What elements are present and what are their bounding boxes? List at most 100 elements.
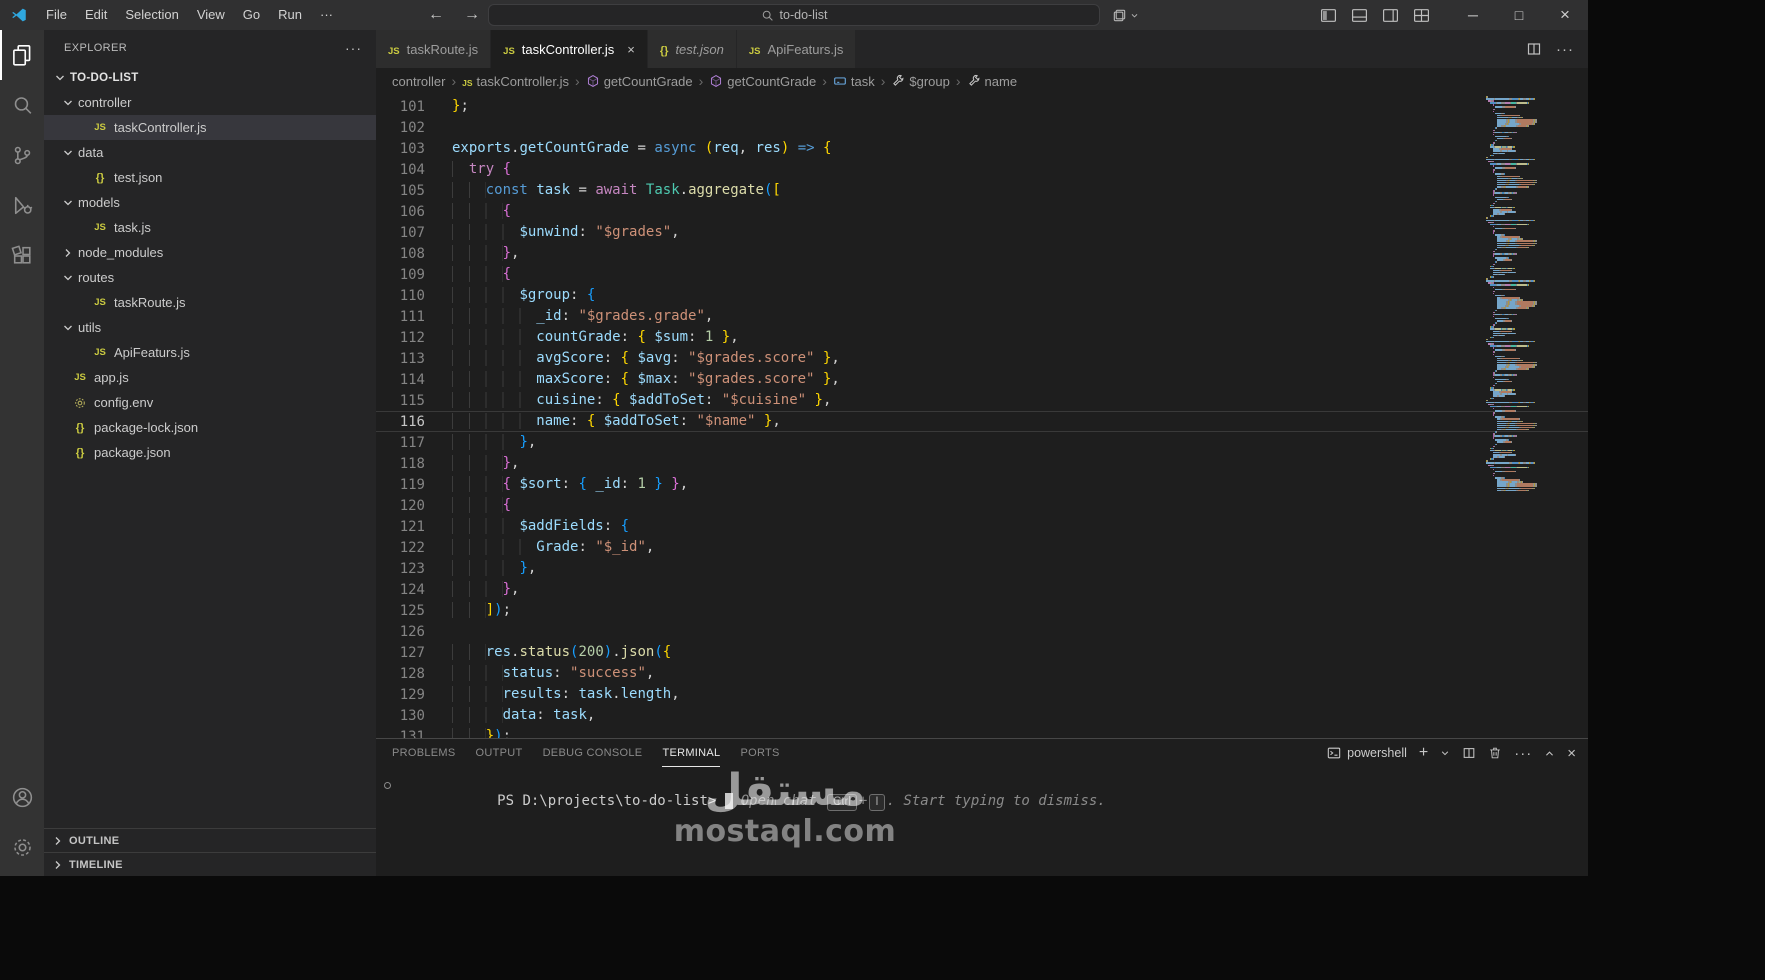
tab-taskroute-js[interactable]: JS taskRoute.js <box>376 30 492 68</box>
tab-test-json[interactable]: {} test.json <box>647 30 737 68</box>
breadcrumb-item-getcountgrade[interactable]: getCountGrade <box>586 74 693 89</box>
maximize-panel-icon[interactable] <box>1544 748 1555 759</box>
tab-taskcontroller-js[interactable]: JS taskController.js × <box>491 30 648 68</box>
line-number[interactable]: 123 <box>376 561 425 577</box>
menu-item-selection[interactable]: Selection <box>116 0 187 30</box>
line-number[interactable]: 131 <box>376 729 425 739</box>
tree-item-controller[interactable]: controller <box>44 90 376 115</box>
tree-item-config-env[interactable]: config.env <box>44 390 376 415</box>
maximize-button[interactable]: □ <box>1496 0 1542 30</box>
breadcrumb-item-taskcontroller-js[interactable]: JS taskController.js <box>462 74 569 89</box>
tree-item-utils[interactable]: utils <box>44 315 376 340</box>
line-number[interactable]: 106 <box>376 204 425 220</box>
line-number[interactable]: 127 <box>376 645 425 661</box>
explorer-more-actions-icon[interactable]: ··· <box>345 40 362 56</box>
line-number[interactable]: 107 <box>376 225 425 241</box>
line-number[interactable]: 103 <box>376 141 425 157</box>
toggle-panel-icon[interactable] <box>1351 7 1368 24</box>
line-number[interactable]: 124 <box>376 582 425 598</box>
close-tab-icon[interactable]: × <box>627 42 635 57</box>
customize-layout-icon[interactable] <box>1413 7 1430 24</box>
line-number[interactable]: 128 <box>376 666 425 682</box>
panel-tab-terminal[interactable]: TERMINAL <box>662 740 721 767</box>
menu-item-run[interactable]: Run <box>269 0 311 30</box>
menu-item-file[interactable]: File <box>37 0 76 30</box>
line-number[interactable]: 129 <box>376 687 425 703</box>
tree-item-data[interactable]: data <box>44 140 376 165</box>
menu-item-go[interactable]: Go <box>234 0 269 30</box>
close-button[interactable]: × <box>1542 0 1588 30</box>
activity-item-run-debug[interactable] <box>0 180 44 230</box>
activity-item-search[interactable] <box>0 80 44 130</box>
outline-section[interactable]: OUTLINE <box>44 828 376 852</box>
split-editor-icon[interactable] <box>1526 41 1542 57</box>
activity-item-explorer[interactable] <box>0 30 44 80</box>
tab-apifeaturs-js[interactable]: JS ApiFeaturs.js <box>736 30 857 68</box>
command-center-search[interactable]: to-do-list <box>488 4 1100 26</box>
line-number[interactable]: 125 <box>376 603 425 619</box>
line-number[interactable]: 101 <box>376 99 425 115</box>
line-number[interactable]: 117 <box>376 435 425 451</box>
line-number[interactable]: 121 <box>376 519 425 535</box>
panel-tab-ports[interactable]: PORTS <box>740 740 779 767</box>
tree-item-app-js[interactable]: JS app.js <box>44 365 376 390</box>
minimap[interactable] <box>1486 96 1572 522</box>
tree-item-package-json[interactable]: {} package.json <box>44 440 376 465</box>
tree-item-node-modules[interactable]: node_modules <box>44 240 376 265</box>
split-terminal-icon[interactable] <box>1462 746 1476 760</box>
toggle-sidebar-icon[interactable] <box>1320 7 1337 24</box>
panel-more-actions-icon[interactable]: ··· <box>1514 745 1532 762</box>
line-number[interactable]: 120 <box>376 498 425 514</box>
menu-item-view[interactable]: View <box>188 0 234 30</box>
line-number[interactable]: 111 <box>376 309 425 325</box>
activity-item-account[interactable] <box>0 772 44 822</box>
timeline-section[interactable]: TIMELINE <box>44 852 376 876</box>
terminal[interactable]: PS D:\projects\to-do-list> Open chat Ctr… <box>376 767 1588 876</box>
line-number[interactable]: 109 <box>376 267 425 283</box>
editor[interactable]: 101}; 102 103 exports.getCountGrade = async… <box>376 94 1588 738</box>
tree-item-test-json[interactable]: {} test.json <box>44 165 376 190</box>
line-number[interactable]: 112 <box>376 330 425 346</box>
line-number[interactable]: 116 <box>376 414 425 430</box>
terminal-shell-tab[interactable]: powershell <box>1327 746 1407 760</box>
kill-terminal-icon[interactable] <box>1488 746 1502 760</box>
toggle-secondary-sidebar-icon[interactable] <box>1382 7 1399 24</box>
tree-item-task-js[interactable]: JS task.js <box>44 215 376 240</box>
line-number[interactable]: 104 <box>376 162 425 178</box>
history-back-icon[interactable]: ← <box>428 6 444 24</box>
line-number[interactable]: 122 <box>376 540 425 556</box>
terminal-dropdown-icon[interactable] <box>1440 748 1450 758</box>
tree-item-package-lock-json[interactable]: {} package-lock.json <box>44 415 376 440</box>
tree-item-routes[interactable]: routes <box>44 265 376 290</box>
line-number[interactable]: 105 <box>376 183 425 199</box>
menu-item-edit[interactable]: Edit <box>76 0 116 30</box>
chat-dropdown-icon[interactable] <box>1112 4 1139 26</box>
line-number[interactable]: 126 <box>376 624 425 640</box>
line-number[interactable]: 118 <box>376 456 425 472</box>
panel-tab-debug-console[interactable]: DEBUG CONSOLE <box>543 740 643 767</box>
activity-item-source-control[interactable] <box>0 130 44 180</box>
minimize-button[interactable]: ─ <box>1450 0 1496 30</box>
tree-item-models[interactable]: models <box>44 190 376 215</box>
editor-more-actions-icon[interactable]: ··· <box>1556 41 1574 58</box>
line-number[interactable]: 108 <box>376 246 425 262</box>
panel-tab-problems[interactable]: PROBLEMS <box>392 740 456 767</box>
line-number[interactable]: 130 <box>376 708 425 724</box>
line-number[interactable]: 110 <box>376 288 425 304</box>
line-number[interactable]: 115 <box>376 393 425 409</box>
command-decoration-icon[interactable] <box>384 782 391 789</box>
line-number[interactable]: 114 <box>376 372 425 388</box>
panel-tab-output[interactable]: OUTPUT <box>476 740 523 767</box>
activity-item-extensions[interactable] <box>0 230 44 280</box>
line-number[interactable]: 102 <box>376 120 425 136</box>
breadcrumb-item-name[interactable]: name <box>967 74 1017 89</box>
tree-item-taskroute-js[interactable]: JS taskRoute.js <box>44 290 376 315</box>
activity-item-settings[interactable] <box>0 822 44 872</box>
breadcrumb-item-task[interactable]: task <box>833 74 875 89</box>
breadcrumb-item-controller[interactable]: controller <box>392 74 445 89</box>
line-number[interactable]: 113 <box>376 351 425 367</box>
tree-item-taskcontroller-js[interactable]: JS taskController.js <box>44 115 376 140</box>
line-number[interactable]: 119 <box>376 477 425 493</box>
breadcrumb-item-getcountgrade[interactable]: getCountGrade <box>709 74 816 89</box>
new-terminal-icon[interactable]: + <box>1419 744 1428 762</box>
